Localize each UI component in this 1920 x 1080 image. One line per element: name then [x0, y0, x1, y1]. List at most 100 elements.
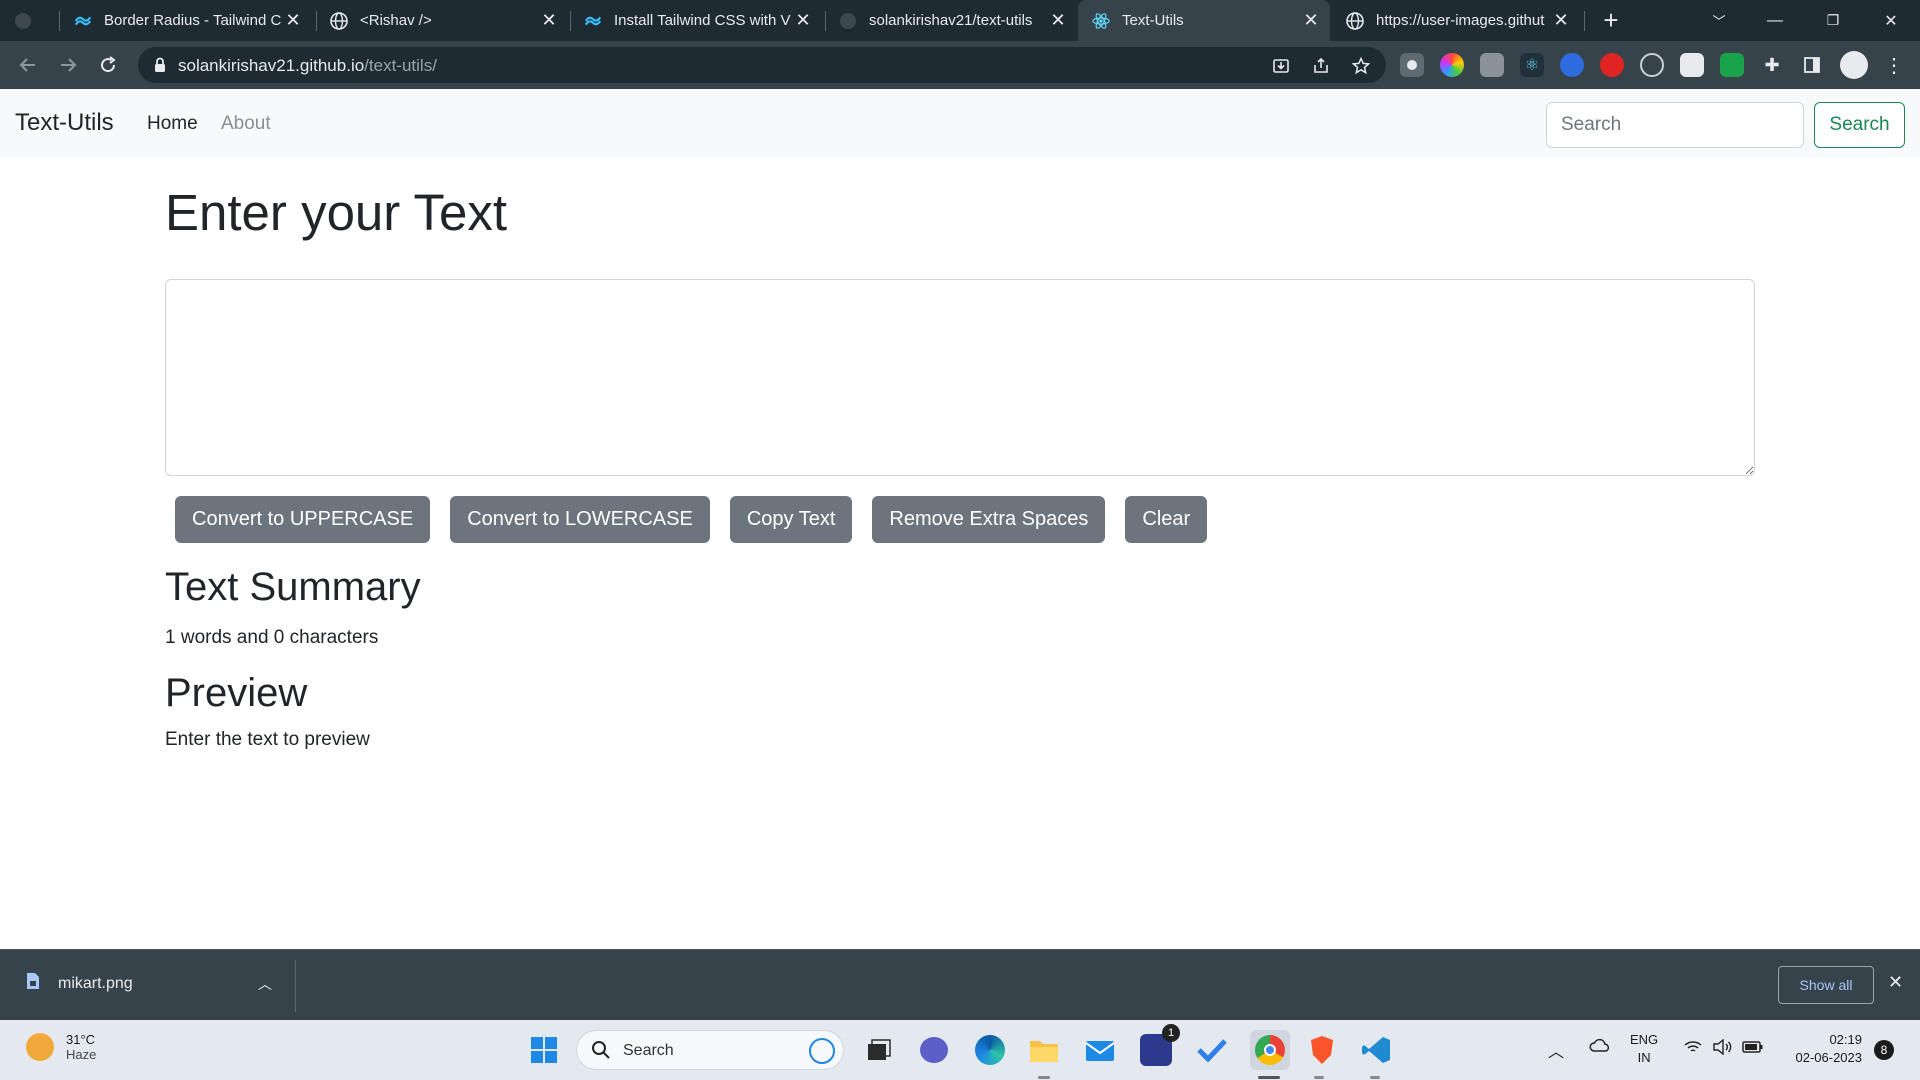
vscode-icon[interactable]: [1360, 1034, 1392, 1066]
close-icon[interactable]: ✕: [1300, 10, 1322, 32]
remove-extra-spaces-button[interactable]: Remove Extra Spaces: [872, 496, 1106, 543]
tab-title: <Rishav />: [360, 12, 432, 29]
task-view-icon[interactable]: [862, 1034, 894, 1066]
globe-icon: [330, 11, 348, 30]
tab-user-images[interactable]: https://user-images.githut ✕: [1332, 0, 1580, 41]
url-path: /text-utils/: [364, 56, 437, 75]
tab-rishav[interactable]: <Rishav /> ✕: [316, 0, 568, 41]
github-pinned-tab[interactable]: [0, 0, 52, 41]
taskbar-search[interactable]: Search: [576, 1030, 844, 1070]
copy-text-button[interactable]: Copy Text: [729, 496, 853, 543]
wave-extension-icon[interactable]: [1560, 53, 1584, 77]
bookmark-star-icon[interactable]: [1350, 55, 1372, 77]
summary-heading: Text Summary: [165, 565, 421, 609]
close-icon[interactable]: ✕: [282, 10, 304, 32]
bing-icon[interactable]: [809, 1038, 835, 1064]
tab-github-repo[interactable]: solankirishav21/text-utils ✕: [825, 0, 1077, 41]
avatar-extension-icon[interactable]: [1680, 53, 1704, 77]
teams-chat-icon[interactable]: [918, 1034, 950, 1066]
address-bar[interactable]: solankirishav21.github.io/text-utils/: [138, 47, 1386, 83]
tab-text-utils[interactable]: Text-Utils ✕: [1078, 0, 1330, 41]
shelf-divider: [295, 960, 296, 1012]
mail-icon[interactable]: [1084, 1034, 1116, 1066]
tailwind-icon: [74, 12, 92, 30]
side-panel-icon[interactable]: [1800, 53, 1824, 77]
search-button[interactable]: Search: [1814, 102, 1905, 148]
text-input-area[interactable]: [165, 279, 1755, 476]
brave-browser-icon[interactable]: [1306, 1034, 1338, 1066]
search-input[interactable]: [1546, 102, 1804, 148]
tab-title: solankirishav21/text-utils: [869, 12, 1033, 29]
close-icon[interactable]: ✕: [1047, 10, 1069, 32]
screenshot-extension-icon[interactable]: [1400, 53, 1424, 77]
haze-icon: [26, 1033, 54, 1061]
clock[interactable]: 02:19 02-06-2023: [1780, 1031, 1863, 1067]
puzzle-extensions-icon[interactable]: ✚: [1760, 53, 1784, 77]
language-indicator[interactable]: ENG IN: [1630, 1031, 1658, 1067]
show-all-button[interactable]: Show all: [1778, 966, 1874, 1004]
nav-link-home[interactable]: Home: [147, 113, 198, 135]
tab-install-tailwind[interactable]: Install Tailwind CSS with V ✕: [570, 0, 822, 41]
tab-border-radius[interactable]: Border Radius - Tailwind C ✕: [60, 0, 312, 41]
preview-heading: Preview: [165, 671, 308, 715]
todo-app-icon[interactable]: [1196, 1034, 1228, 1066]
download-item[interactable]: mikart.png: [26, 972, 133, 995]
stop-extension-icon[interactable]: [1600, 53, 1624, 77]
chrome-menu-icon[interactable]: ⋮: [1882, 53, 1906, 77]
wifi-icon[interactable]: [1684, 1040, 1702, 1057]
chrome-taskbar-icon[interactable]: [1250, 1030, 1290, 1070]
react-devtools-extension-icon[interactable]: ⚛: [1520, 53, 1544, 77]
nav-link-about[interactable]: About: [221, 113, 271, 135]
tab-search-chevron-icon[interactable]: ﹀: [1696, 0, 1742, 41]
volume-icon[interactable]: [1712, 1038, 1732, 1058]
url-domain: solankirishav21.github.io: [178, 56, 365, 75]
close-shelf-icon[interactable]: ✕: [1888, 972, 1903, 993]
onedrive-cloud-icon[interactable]: [1588, 1037, 1610, 1056]
tray-overflow-chevron-icon[interactable]: ︿: [1548, 1038, 1564, 1062]
lowercase-button[interactable]: Convert to LOWERCASE: [450, 496, 710, 543]
window-close-button[interactable]: ✕: [1868, 0, 1914, 41]
close-icon[interactable]: ✕: [538, 10, 560, 32]
tab-title: Install Tailwind CSS with V: [614, 12, 791, 29]
action-button-row: Convert to UPPERCASE Convert to LOWERCAS…: [175, 496, 1208, 543]
minimize-button[interactable]: —: [1752, 0, 1798, 41]
target-extension-icon[interactable]: [1640, 53, 1664, 77]
battery-icon[interactable]: [1742, 1040, 1764, 1057]
edge-browser-icon[interactable]: [974, 1034, 1006, 1066]
green-extension-icon[interactable]: [1720, 53, 1744, 77]
page-heading: Enter your Text: [165, 184, 508, 241]
url-text: solankirishav21.github.io/text-utils/: [178, 56, 437, 76]
notification-badge: 1: [1162, 1024, 1180, 1042]
site-navbar: Text-Utils Home About Search: [0, 89, 1920, 157]
tools-extension-icon[interactable]: [1480, 53, 1504, 77]
color-picker-extension-icon[interactable]: [1440, 53, 1464, 77]
whiteboard-app-icon[interactable]: 1: [1140, 1024, 1180, 1066]
restore-button[interactable]: ❐: [1810, 0, 1856, 41]
notification-count-badge[interactable]: 8: [1874, 1040, 1894, 1060]
weather-widget[interactable]: 31°C Haze: [26, 1032, 96, 1062]
uppercase-button[interactable]: Convert to UPPERCASE: [175, 496, 431, 543]
browser-tab-strip: Border Radius - Tailwind C ✕ <Rishav /> …: [0, 0, 1920, 41]
reload-button[interactable]: [92, 49, 124, 81]
profile-avatar[interactable]: [1840, 51, 1868, 79]
react-icon: [1092, 12, 1110, 30]
running-indicator: [1314, 1076, 1324, 1079]
windows-start-icon[interactable]: [528, 1034, 560, 1066]
install-app-icon[interactable]: [1270, 55, 1292, 77]
clear-button[interactable]: Clear: [1125, 496, 1208, 543]
new-tab-button[interactable]: +: [1588, 0, 1634, 41]
chevron-up-icon[interactable]: ︿: [258, 974, 272, 994]
forward-button[interactable]: [52, 49, 84, 81]
windows-taskbar: 31°C Haze Search 1 ︿ ENG IN 02:19 02-06-…: [0, 1020, 1920, 1080]
lock-icon[interactable]: [154, 57, 166, 78]
brand-link[interactable]: Text-Utils: [15, 109, 114, 137]
region-code: IN: [1637, 1050, 1651, 1065]
share-icon[interactable]: [1310, 55, 1332, 77]
close-icon[interactable]: ✕: [792, 10, 814, 32]
clock-time: 02:19: [1829, 1032, 1862, 1047]
close-icon[interactable]: ✕: [1550, 10, 1572, 32]
file-explorer-icon[interactable]: [1028, 1034, 1060, 1066]
back-button[interactable]: [12, 49, 44, 81]
weather-condition: Haze: [66, 1047, 97, 1062]
preview-text: Enter the text to preview: [165, 729, 370, 750]
